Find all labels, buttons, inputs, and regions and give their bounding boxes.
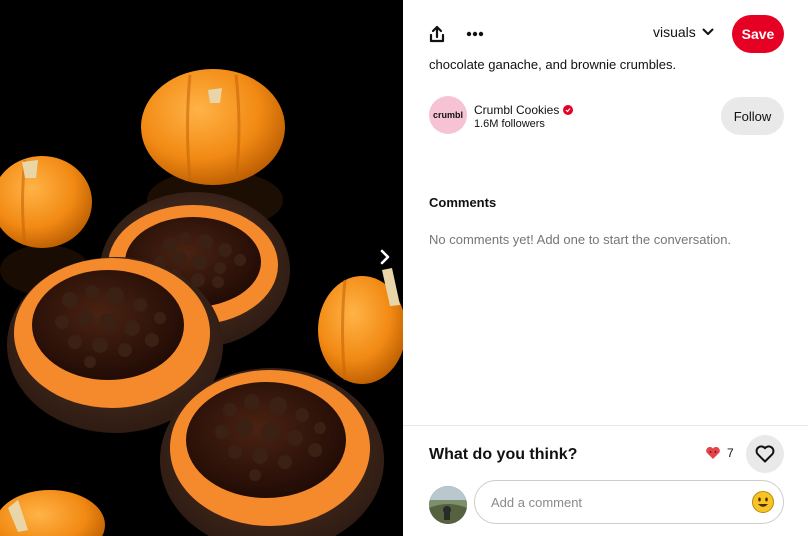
- next-image-chevron-right-icon[interactable]: [374, 246, 396, 268]
- creator-name: Crumbl Cookies: [474, 103, 560, 117]
- pin-description: chocolate ganache, and brownie crumbles.: [429, 57, 677, 72]
- pin-image[interactable]: [0, 0, 403, 536]
- follower-count: 1.6M followers: [474, 118, 545, 130]
- creator-avatar[interactable]: crumbl: [429, 96, 467, 134]
- creator-logo-text: crumbl: [432, 110, 463, 120]
- divider: [403, 425, 808, 426]
- reaction-count: 7: [727, 446, 734, 460]
- emoji-picker-button[interactable]: [751, 490, 775, 514]
- feedback-question: What do you think?: [429, 446, 578, 463]
- share-button[interactable]: [421, 18, 453, 50]
- share-icon: [429, 25, 445, 43]
- chevron-down-icon: [702, 28, 714, 35]
- board-name: visuals: [653, 24, 696, 40]
- no-comments-message: No comments yet! Add one to start the co…: [429, 232, 732, 247]
- comment-input[interactable]: [489, 493, 743, 511]
- pin-details-panel: visuals Save chocolate ganache, and brow…: [403, 0, 808, 536]
- comment-composer: [474, 480, 784, 524]
- emoji-icon: [752, 491, 774, 513]
- more-icon: [466, 31, 484, 37]
- board-select-dropdown[interactable]: visuals: [653, 24, 714, 40]
- heart-outline-icon: [755, 445, 775, 463]
- comments-heading: Comments: [429, 195, 497, 210]
- heart-reaction-icon: [706, 446, 720, 459]
- reaction-summary[interactable]: 7: [705, 446, 734, 460]
- creator-name-link[interactable]: Crumbl Cookies: [474, 103, 574, 117]
- pin-photo: [0, 0, 403, 536]
- react-button[interactable]: [746, 435, 784, 473]
- save-button[interactable]: Save: [732, 15, 784, 53]
- follow-button[interactable]: Follow: [721, 97, 784, 135]
- more-options-button[interactable]: [459, 18, 491, 50]
- user-avatar[interactable]: [429, 486, 467, 524]
- verified-badge-icon: [563, 105, 574, 115]
- pumpkin-top: [141, 69, 285, 185]
